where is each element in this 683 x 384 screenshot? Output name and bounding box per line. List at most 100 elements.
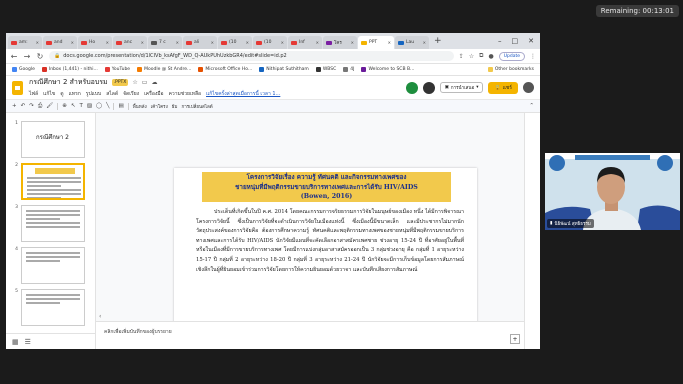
star-icon[interactable]: ☆ xyxy=(132,79,137,86)
share-button[interactable]: 🔒 แชร์ xyxy=(488,81,518,94)
browser-tab[interactable]: (10 ✕ xyxy=(253,36,287,49)
speaker-notes[interactable]: คลิกเพื่อเพิ่มบันทึกของผู้บรรยาย xyxy=(96,321,524,349)
share-page-icon[interactable]: ⇪ xyxy=(459,53,464,60)
tab-close-icon[interactable]: ✕ xyxy=(246,40,249,45)
transition-button[interactable]: การเปลี่ยนสไลด์ xyxy=(182,103,213,110)
browser-tab[interactable]: โคร ✕ xyxy=(323,36,357,49)
slide-thumbnail[interactable] xyxy=(21,247,85,284)
grid-view-icon[interactable]: ▦ xyxy=(12,338,19,346)
select-icon[interactable]: ↖ xyxy=(71,103,76,109)
image-icon[interactable]: ▨ xyxy=(87,103,92,109)
browser-tab[interactable]: (10 ✕ xyxy=(218,36,252,49)
redo-icon[interactable]: ↷ xyxy=(29,103,34,109)
avatar[interactable] xyxy=(523,82,534,93)
bookmark-item[interactable]: Nithipat Suthitham xyxy=(259,67,309,72)
minimize-icon[interactable]: – xyxy=(498,37,502,45)
cloud-status-icon[interactable]: ☁ xyxy=(151,79,157,86)
move-folder-icon[interactable]: ▭ xyxy=(142,79,148,86)
tab-close-icon[interactable]: ✕ xyxy=(36,40,39,45)
tab-close-icon[interactable]: ✕ xyxy=(316,40,319,45)
menu-item[interactable]: แก้ไข xyxy=(43,90,55,98)
bookmark-star-icon[interactable]: ☆ xyxy=(469,53,474,60)
collapse-toolbar-icon[interactable]: ⌃ xyxy=(529,103,534,109)
browser-tab[interactable]: Inf ✕ xyxy=(288,36,322,49)
expand-panel-icon[interactable]: + xyxy=(510,334,520,344)
current-slide[interactable]: โครงการวิจัยเรื่อง ความรู้ ทัศนคติ และกิ… xyxy=(174,168,477,338)
paint-format-icon[interactable]: 🖌 xyxy=(46,103,53,109)
menu-item[interactable]: จัดเรียง xyxy=(123,90,139,98)
textbox-icon[interactable]: T xyxy=(79,103,82,109)
slide-title[interactable]: โครงการวิจัยเรื่อง ความรู้ ทัศนคติ และกิ… xyxy=(202,172,451,202)
reload-icon[interactable]: ↻ xyxy=(36,52,44,61)
bookmark-item[interactable]: YouTube xyxy=(104,67,130,72)
slide-thumbnail-row[interactable]: 4 xyxy=(10,247,85,284)
last-edit-link[interactable]: แก้ไขครั้งล่าสุดเมื่อการนี้ เวลา 1... xyxy=(206,90,280,98)
browser-tab[interactable]: Lau ✕ xyxy=(395,36,429,49)
tab-close-icon[interactable]: ✕ xyxy=(388,40,391,45)
slide-thumbnail-row[interactable]: 2 xyxy=(10,163,85,200)
browser-tab[interactable]: Ho ✕ xyxy=(78,36,112,49)
profile-icon[interactable]: ● xyxy=(488,53,493,60)
extensions-icon[interactable]: ⧉ xyxy=(479,52,483,60)
bookmark-item[interactable]: Welcome to SCB B... xyxy=(361,67,414,72)
browser-tab[interactable]: ali ✕ xyxy=(183,36,217,49)
menu-item[interactable]: ความช่วยเหลือ xyxy=(169,90,201,98)
menu-item[interactable]: สไลด์ xyxy=(106,90,118,98)
browser-tab[interactable]: anc ✕ xyxy=(113,36,147,49)
browser-tab[interactable]: PPT ✕ xyxy=(358,36,394,49)
list-view-icon[interactable]: ☰ xyxy=(25,338,31,346)
background-button[interactable]: พื้นหลัง xyxy=(133,103,147,110)
new-tab-button[interactable]: + xyxy=(430,36,446,46)
back-icon[interactable]: ← xyxy=(10,52,18,61)
slide-thumbnail-row[interactable]: 1 กรณีศึกษา 2 xyxy=(10,121,85,158)
bookmark-item[interactable]: Google xyxy=(12,67,35,72)
bookmark-item[interactable]: 4J xyxy=(343,67,354,72)
add-slide-icon[interactable]: + xyxy=(12,103,17,109)
close-icon[interactable]: ✕ xyxy=(528,37,534,45)
line-icon[interactable]: ╲ xyxy=(106,103,109,109)
menu-item[interactable]: แทรก xyxy=(69,90,81,98)
update-button[interactable]: Update xyxy=(498,51,525,61)
undo-icon[interactable]: ↶ xyxy=(21,103,26,109)
theme-button[interactable]: ธีม xyxy=(172,103,178,110)
bookmark-item[interactable]: Moodle @ St Andre... xyxy=(137,67,191,72)
tab-close-icon[interactable]: ✕ xyxy=(281,40,284,45)
tab-close-icon[interactable]: ✕ xyxy=(71,40,74,45)
menu-item[interactable]: เครื่องมือ xyxy=(144,90,163,98)
slides-logo-icon[interactable] xyxy=(12,80,23,95)
browser-tab[interactable]: 7 c ✕ xyxy=(148,36,182,49)
shape-icon[interactable]: ◯ xyxy=(96,103,102,109)
document-title[interactable]: กรณีศึกษา 2 สำหรับอบรม xyxy=(29,77,108,88)
other-bookmarks[interactable]: Other bookmarks xyxy=(487,67,534,72)
collapse-filmstrip-icon[interactable]: ‹ xyxy=(99,313,101,320)
vertical-scrollbar[interactable] xyxy=(524,113,540,349)
slide-thumbnail[interactable]: กรณีศึกษา 2 xyxy=(21,121,85,158)
slide-thumbnail-row[interactable]: 3 xyxy=(10,205,85,242)
url-field[interactable]: 🔒 docs.google.com/presentation/d/1lCIVb_… xyxy=(49,51,454,61)
browser-tab[interactable]: am: ✕ xyxy=(8,36,42,49)
present-button[interactable]: ▣ การนำเสนอ ▾ xyxy=(439,82,484,93)
tab-close-icon[interactable]: ✕ xyxy=(106,40,109,45)
maximize-icon[interactable]: □ xyxy=(512,37,519,45)
slide-thumbnail[interactable] xyxy=(21,289,85,326)
meet-icon[interactable] xyxy=(405,81,418,94)
menu-item[interactable]: รูปแบบ xyxy=(86,90,101,98)
print-icon[interactable]: ⎙ xyxy=(38,103,42,110)
layout-button[interactable]: เค้าโครง xyxy=(151,103,168,110)
slide-body[interactable]: ประเด็นที่เกิดขึ้นในปี ค.ศ. 2014 โดยคณะก… xyxy=(196,208,464,275)
tab-close-icon[interactable]: ✕ xyxy=(176,40,179,45)
browser-menu-icon[interactable]: ⋮ xyxy=(530,53,536,60)
bookmark-item[interactable]: WBSC xyxy=(315,67,336,72)
browser-tab[interactable]: and ✕ xyxy=(43,36,77,49)
bookmark-item[interactable]: Inbox (1,441) - nithi... xyxy=(41,67,98,72)
slide-thumbnail[interactable] xyxy=(21,163,85,200)
bookmark-item[interactable]: Microsoft Office Ho... xyxy=(198,67,252,72)
comment-icon[interactable]: ▤ xyxy=(118,103,123,109)
menu-item[interactable]: ดู xyxy=(60,90,63,98)
tab-close-icon[interactable]: ✕ xyxy=(211,40,214,45)
menu-item[interactable]: ไฟล์ xyxy=(29,90,38,98)
slide-thumbnail-row[interactable]: 5 xyxy=(10,289,85,326)
zoom-icon[interactable]: ⊕ xyxy=(62,103,67,109)
forward-icon[interactable]: → xyxy=(23,52,31,61)
slide-thumbnail[interactable] xyxy=(21,205,85,242)
